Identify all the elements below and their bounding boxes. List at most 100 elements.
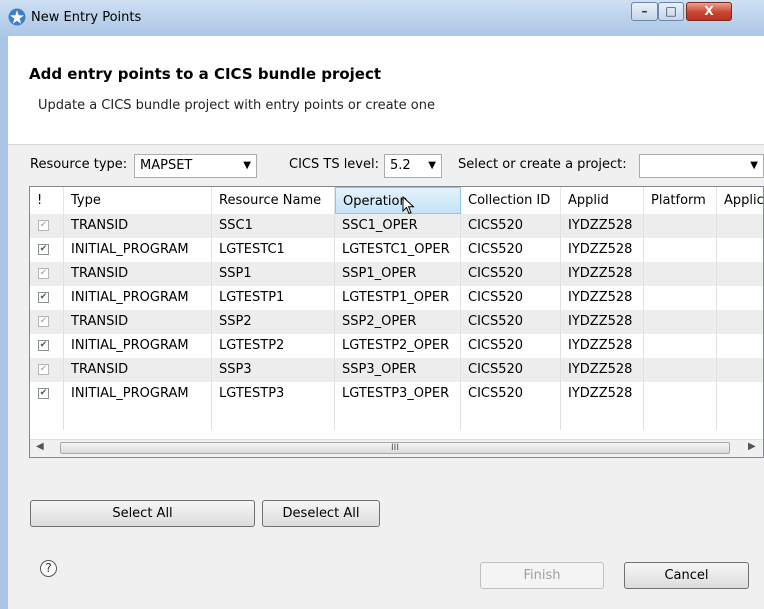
cell-operation: LGTESTC1_OPER [335, 238, 461, 262]
cell-type: INITIAL_PROGRAM [64, 334, 212, 358]
page-title: Add entry points to a CICS bundle projec… [29, 65, 382, 83]
table-row[interactable]: ✔ TRANSID SSP3 SSP3_OPER CICS520 IYDZZ528 [30, 358, 763, 382]
cell-applid: IYDZZ528 [561, 310, 644, 334]
row-checkbox[interactable]: ✔ [38, 388, 49, 399]
cell-resource-name: SSP1 [212, 262, 335, 286]
resource-type-select[interactable]: MAPSET ▼ [134, 154, 257, 178]
cell-collection-id: CICS520 [461, 238, 561, 262]
page-subtitle: Update a CICS bundle project with entry … [38, 98, 435, 113]
cell-platform [644, 334, 717, 358]
table-row[interactable]: ✔ TRANSID SSC1 SSC1_OPER CICS520 IYDZZ528 [30, 214, 763, 238]
cell-applic [717, 262, 763, 286]
cell-operation: LGTESTP1_OPER [335, 286, 461, 310]
cell-operation: SSP2_OPER [335, 310, 461, 334]
column-header-resource-name[interactable]: Resource Name [212, 187, 335, 214]
cell-applid: IYDZZ528 [561, 382, 644, 406]
column-header-platform[interactable]: Platform [644, 187, 717, 214]
new-entry-points-dialog: New Entry Points – □ X Add entry points … [0, 0, 764, 609]
cell-operation: SSP3_OPER [335, 358, 461, 382]
chevron-down-icon: ▼ [428, 160, 436, 171]
cancel-button[interactable]: Cancel [624, 562, 749, 589]
table-row[interactable]: ✔ INITIAL_PROGRAM LGTESTP3 LGTESTP3_OPER CIC… [30, 382, 763, 406]
cell-platform [644, 262, 717, 286]
close-button[interactable]: X [686, 2, 732, 21]
table-row[interactable]: ✔ INITIAL_PROGRAM LGTESTP1 LGTESTP1_OPER CIC… [30, 286, 763, 310]
project-label: Select or create a project: [458, 157, 627, 172]
entry-points-table: ! Type Resource Name Operation Collectio… [29, 186, 764, 458]
row-checkbox[interactable]: ✔ [38, 244, 49, 255]
cell-type: TRANSID [64, 214, 212, 238]
column-header-flag[interactable]: ! [30, 187, 64, 214]
chevron-down-icon: ▼ [750, 160, 758, 171]
maximize-button[interactable]: □ [658, 2, 684, 21]
scroll-left-icon[interactable]: ◀ [36, 441, 44, 452]
cell-applic [717, 238, 763, 262]
cell-applic [717, 358, 763, 382]
cell-collection-id: CICS520 [461, 262, 561, 286]
cell-collection-id: CICS520 [461, 358, 561, 382]
scroll-right-icon[interactable]: ▶ [748, 441, 756, 452]
row-checkbox[interactable]: ✔ [38, 364, 49, 375]
resource-type-label: Resource type: [30, 157, 128, 172]
cell-platform [644, 310, 717, 334]
cell-resource-name: SSC1 [212, 214, 335, 238]
cics-ts-level-select[interactable]: 5.2 ▼ [384, 154, 442, 178]
cell-platform [644, 286, 717, 310]
cell-applid: IYDZZ528 [561, 334, 644, 358]
mouse-cursor-icon [402, 196, 415, 215]
table-header: ! Type Resource Name Operation Collectio… [30, 187, 763, 215]
cell-checkbox: ✔ [30, 358, 64, 382]
table-row[interactable]: ✔ INITIAL_PROGRAM LGTESTC1 LGTESTC1_OPER CIC… [30, 238, 763, 262]
select-all-button[interactable]: Select All [30, 500, 255, 527]
deselect-all-button[interactable]: Deselect All [262, 500, 380, 527]
cell-resource-name: LGTESTP3 [212, 382, 335, 406]
star-icon [8, 8, 26, 26]
row-checkbox[interactable]: ✔ [38, 220, 49, 231]
column-header-operation[interactable]: Operation [335, 187, 461, 214]
column-header-collection-id[interactable]: Collection ID [461, 187, 561, 214]
project-select[interactable]: ▼ [639, 154, 764, 178]
finish-button[interactable]: Finish [480, 562, 604, 589]
title-bar: New Entry Points – □ X [0, 0, 764, 36]
cell-checkbox: ✔ [30, 310, 64, 334]
cell-applic [717, 334, 763, 358]
cell-applic [717, 214, 763, 238]
cell-type: INITIAL_PROGRAM [64, 382, 212, 406]
cell-checkbox: ✔ [30, 214, 64, 238]
cell-resource-name: SSP3 [212, 358, 335, 382]
cell-collection-id: CICS520 [461, 382, 561, 406]
cics-ts-level-label: CICS TS level: [289, 157, 379, 172]
dialog-header [0, 36, 764, 145]
cell-resource-name: LGTESTP2 [212, 334, 335, 358]
cell-applic [717, 382, 763, 406]
scrollbar-thumb[interactable]: III [60, 442, 730, 454]
cell-platform [644, 238, 717, 262]
chevron-down-icon: ▼ [243, 160, 251, 171]
row-checkbox[interactable]: ✔ [38, 340, 49, 351]
column-header-applic[interactable]: Applic [717, 187, 763, 214]
cell-operation: SSC1_OPER [335, 214, 461, 238]
cell-collection-id: CICS520 [461, 310, 561, 334]
help-icon[interactable]: ? [40, 560, 57, 577]
table-row[interactable]: ✔ TRANSID SSP1 SSP1_OPER CICS520 IYDZZ528 [30, 262, 763, 286]
cell-applid: IYDZZ528 [561, 262, 644, 286]
cell-applid: IYDZZ528 [561, 286, 644, 310]
cell-type: TRANSID [64, 358, 212, 382]
row-checkbox[interactable]: ✔ [38, 316, 49, 327]
row-checkbox[interactable]: ✔ [38, 292, 49, 303]
cell-applid: IYDZZ528 [561, 214, 644, 238]
cell-type: TRANSID [64, 262, 212, 286]
cell-checkbox: ✔ [30, 238, 64, 262]
table-row[interactable]: ✔ INITIAL_PROGRAM LGTESTP2 LGTESTP2_OPER CIC… [30, 334, 763, 358]
cell-applid: IYDZZ528 [561, 358, 644, 382]
cell-applic [717, 286, 763, 310]
horizontal-scrollbar[interactable]: ◀ III ▶ [30, 439, 763, 457]
column-header-type[interactable]: Type [64, 187, 212, 214]
cell-operation: LGTESTP3_OPER [335, 382, 461, 406]
column-header-applid[interactable]: Applid [561, 187, 644, 214]
row-checkbox[interactable]: ✔ [38, 268, 49, 279]
table-row[interactable]: ✔ TRANSID SSP2 SSP2_OPER CICS520 IYDZZ528 [30, 310, 763, 334]
cell-type: TRANSID [64, 310, 212, 334]
cell-collection-id: CICS520 [461, 214, 561, 238]
minimize-button[interactable]: – [631, 2, 658, 21]
